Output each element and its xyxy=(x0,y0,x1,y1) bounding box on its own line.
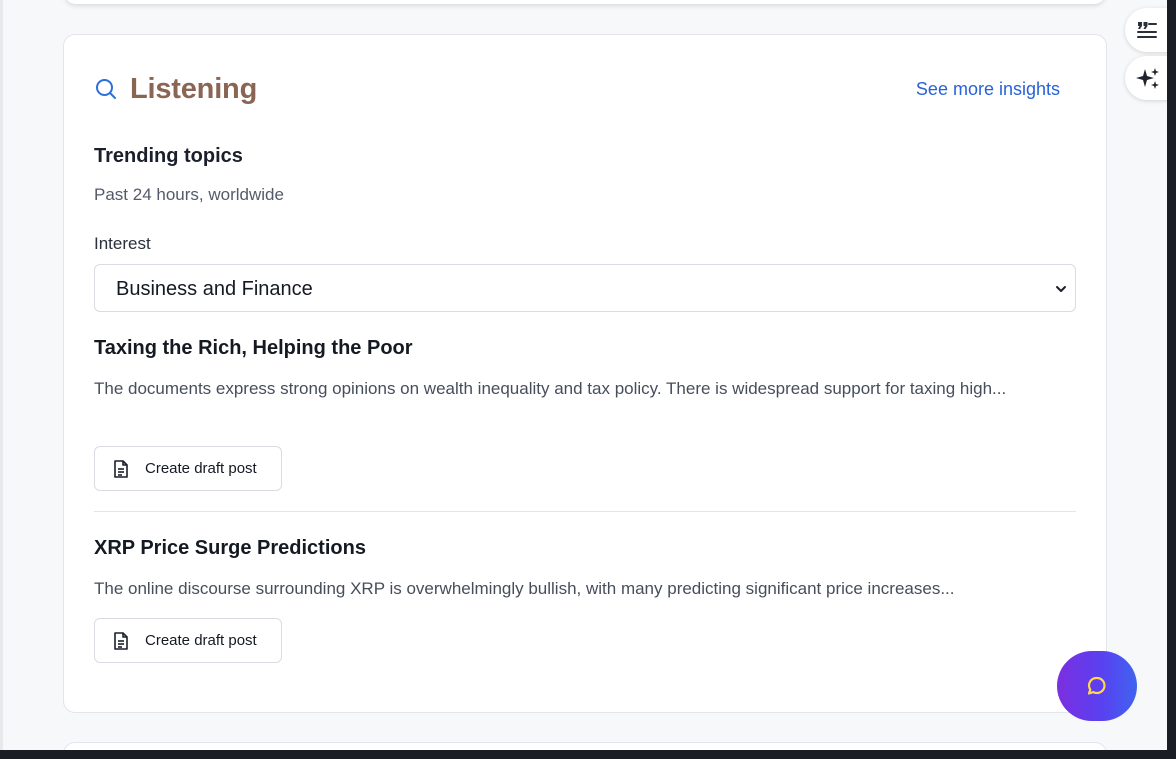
window-edge-bottom xyxy=(0,750,1176,759)
trending-topics-heading: Trending topics xyxy=(94,145,243,167)
topic-divider xyxy=(94,511,1076,512)
interest-select[interactable]: Business and Finance xyxy=(94,264,1076,312)
previous-card xyxy=(64,0,1106,4)
ai-assist-button[interactable] xyxy=(1125,56,1171,100)
card-title: Listening xyxy=(130,73,258,105)
create-draft-post-label: Create draft post xyxy=(145,632,257,649)
topic-description: The online discourse surrounding XRP is … xyxy=(94,579,955,598)
document-icon xyxy=(114,460,128,478)
document-icon xyxy=(114,632,128,650)
trending-topics-subtitle: Past 24 hours, worldwide xyxy=(94,185,284,204)
interest-label: Interest xyxy=(94,234,151,253)
listening-card: Listening See more insights Trending top… xyxy=(63,34,1107,713)
create-draft-post-button[interactable]: Create draft post xyxy=(94,446,282,491)
quote-list-button[interactable] xyxy=(1125,8,1171,52)
topic-title: Taxing the Rich, Helping the Poor xyxy=(94,337,413,359)
interest-select-value: Business and Finance xyxy=(116,278,313,300)
sparkle-icon xyxy=(1136,68,1159,89)
card-header: Listening See more insights xyxy=(94,71,1076,107)
chat-fab-button[interactable] xyxy=(1057,651,1137,721)
topic-description: The documents express strong opinions on… xyxy=(94,379,1007,398)
chevron-down-icon xyxy=(1056,286,1066,292)
quote-list-icon xyxy=(1137,22,1157,38)
chat-bubble-icon xyxy=(1087,676,1106,695)
search-icon xyxy=(96,79,116,99)
see-more-insights-link[interactable]: See more insights xyxy=(916,77,1060,101)
create-draft-post-button[interactable]: Create draft post xyxy=(94,618,282,663)
create-draft-post-label: Create draft post xyxy=(145,460,257,477)
window-edge-right xyxy=(1167,0,1176,759)
topic-title: XRP Price Surge Predictions xyxy=(94,537,366,559)
